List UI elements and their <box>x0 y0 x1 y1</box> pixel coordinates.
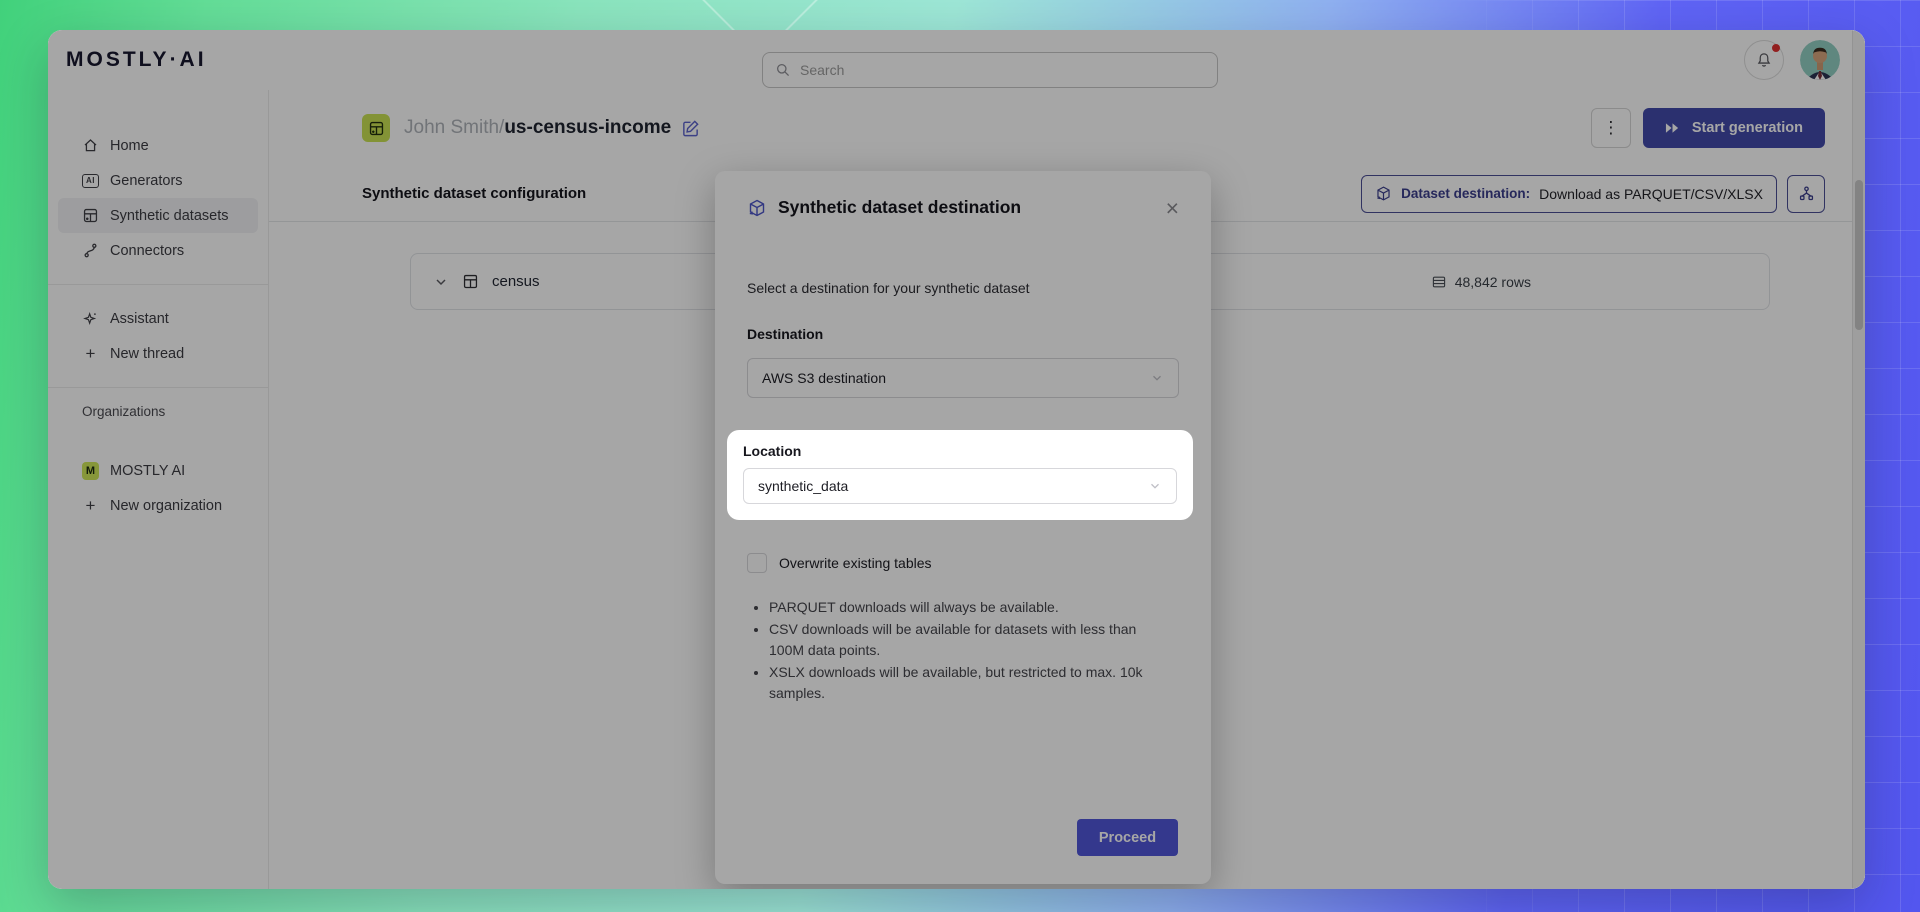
sidebar-divider <box>48 387 268 388</box>
chevron-down-icon[interactable] <box>433 274 449 290</box>
app-window: MOSTLY·AI <box>48 30 1865 889</box>
notification-badge <box>1772 44 1780 52</box>
edit-name-icon[interactable] <box>681 119 700 138</box>
close-icon[interactable]: × <box>1166 198 1179 218</box>
organization-badge: M <box>82 462 99 480</box>
notifications-button[interactable] <box>1744 40 1784 80</box>
breadcrumb-dataset-name: us-census-income <box>504 117 671 139</box>
overwrite-checkbox-row[interactable]: Overwrite existing tables <box>747 553 1179 573</box>
list-item: CSV downloads will be available for data… <box>769 619 1151 662</box>
table-icon <box>462 273 479 290</box>
dataset-destination-button[interactable]: Dataset destination: Download as PARQUET… <box>1361 175 1777 213</box>
sidebar-divider <box>48 284 268 285</box>
synthetic-datasets-icon <box>82 207 99 224</box>
sidebar-item-label: Synthetic datasets <box>110 208 229 224</box>
user-avatar[interactable] <box>1800 40 1840 80</box>
scrollbar-thumb[interactable] <box>1855 180 1863 330</box>
list-item: PARQUET downloads will always be availab… <box>769 597 1151 619</box>
search-input[interactable] <box>800 62 1205 78</box>
destination-label: Destination <box>747 326 1179 342</box>
location-label: Location <box>743 443 1177 459</box>
dataset-destination-label: Dataset destination: <box>1401 186 1530 201</box>
modal-subtitle: Select a destination for your synthetic … <box>747 280 1179 296</box>
more-options-button[interactable]: ⋮ <box>1591 108 1631 148</box>
topbar: MOSTLY·AI <box>48 30 1865 90</box>
home-icon <box>82 137 99 154</box>
hierarchy-icon <box>1798 185 1815 202</box>
relations-view-button[interactable] <box>1787 175 1825 213</box>
sidebar-item-label: Assistant <box>110 311 169 327</box>
sidebar: Home AI Generators Synthetic datasets <box>48 90 269 889</box>
header-actions: ⋮ Start generation <box>1591 108 1825 148</box>
destination-select[interactable]: AWS S3 destination <box>747 358 1179 398</box>
sidebar-item-new-thread[interactable]: + New thread <box>58 336 258 371</box>
rows-icon <box>1431 274 1447 290</box>
config-title: Synthetic dataset configuration <box>362 185 586 202</box>
search-bar[interactable] <box>762 52 1218 88</box>
cube-icon <box>1375 185 1392 202</box>
sidebar-item-label: Generators <box>110 173 183 189</box>
chevron-down-icon <box>1150 371 1164 385</box>
list-item: XSLX downloads will be available, but re… <box>769 662 1151 705</box>
dataset-icon <box>362 114 390 142</box>
sidebar-item-organization-mostly-ai[interactable]: M MOSTLY AI <box>58 453 258 488</box>
connectors-icon <box>82 242 99 259</box>
overwrite-label: Overwrite existing tables <box>779 555 932 571</box>
proceed-button[interactable]: Proceed <box>1077 819 1178 856</box>
bell-icon <box>1755 51 1773 69</box>
organizations-heading: Organizations <box>58 404 258 419</box>
sidebar-item-label: New thread <box>110 346 184 362</box>
organization-name: MOSTLY AI <box>110 463 185 479</box>
location-select[interactable]: synthetic_data <box>743 468 1177 504</box>
dataset-destination-value: Download as PARQUET/CSV/XLSX <box>1539 186 1763 202</box>
sidebar-item-label: New organization <box>110 498 222 514</box>
sidebar-item-label: Connectors <box>110 243 184 259</box>
config-actions: Dataset destination: Download as PARQUET… <box>1361 175 1825 213</box>
sidebar-item-label: Home <box>110 138 149 154</box>
destination-select-value: AWS S3 destination <box>762 370 886 386</box>
modal-header: Synthetic dataset destination × <box>747 171 1179 218</box>
plus-icon: + <box>82 496 99 516</box>
synthetic-dataset-destination-modal: Synthetic dataset destination × Select a… <box>715 171 1211 884</box>
sidebar-item-home[interactable]: Home <box>58 128 258 163</box>
overwrite-checkbox[interactable] <box>747 553 767 573</box>
generators-icon: AI <box>82 174 99 188</box>
brand-logo: MOSTLY·AI <box>66 30 207 90</box>
download-notes-list: PARQUET downloads will always be availab… <box>747 597 1151 705</box>
plus-icon: + <box>82 344 99 364</box>
sidebar-item-connectors[interactable]: Connectors <box>58 233 258 268</box>
location-select-value: synthetic_data <box>758 478 848 494</box>
rows-count: 48,842 rows <box>1431 274 1531 290</box>
search-icon <box>775 62 791 78</box>
start-generation-button[interactable]: Start generation <box>1643 108 1825 148</box>
modal-title: Synthetic dataset destination <box>778 197 1021 218</box>
chevron-down-icon <box>1148 479 1162 493</box>
sidebar-item-assistant[interactable]: Assistant <box>58 301 258 336</box>
location-spotlight: Location synthetic_data <box>727 430 1193 520</box>
sidebar-item-new-organization[interactable]: + New organization <box>58 488 258 523</box>
sidebar-item-generators[interactable]: AI Generators <box>58 163 258 198</box>
assistant-sparkle-icon <box>82 310 99 327</box>
scrollbar[interactable] <box>1852 30 1865 889</box>
fast-forward-icon <box>1665 122 1680 134</box>
table-name: census <box>492 273 540 290</box>
page-header: John Smith/ us-census-income ⋮ Start gen… <box>269 90 1865 166</box>
breadcrumb-owner: John Smith/ <box>404 117 504 139</box>
sidebar-item-synthetic-datasets[interactable]: Synthetic datasets <box>58 198 258 233</box>
cube-icon <box>747 198 767 218</box>
